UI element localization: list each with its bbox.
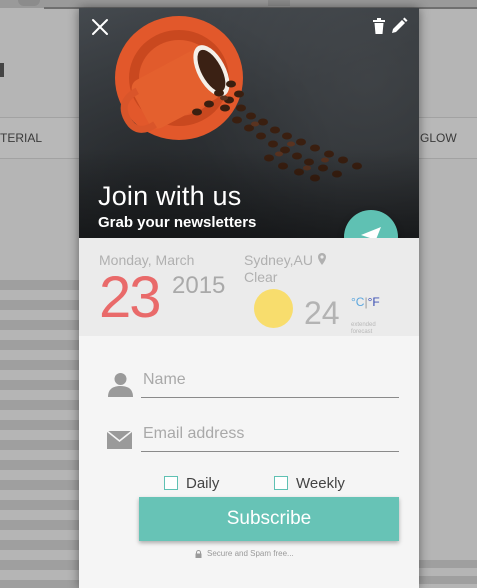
mail-icon bbox=[107, 431, 132, 449]
subscribe-form: Daily Weekly Subscribe Secure and Spam f… bbox=[79, 336, 419, 588]
secure-note: Secure and Spam free... bbox=[207, 549, 294, 558]
name-input[interactable] bbox=[141, 362, 399, 398]
background-icon bbox=[268, 0, 290, 6]
background-stripes bbox=[0, 280, 80, 588]
background-avatar bbox=[18, 0, 40, 6]
weekly-checkbox[interactable]: Weekly bbox=[274, 475, 354, 492]
fahrenheit-toggle[interactable]: °F bbox=[368, 295, 380, 309]
hero-banner: Join with us Grab your newsletters bbox=[79, 8, 419, 238]
close-icon[interactable] bbox=[91, 18, 109, 36]
weekly-checkbox-box[interactable] bbox=[274, 476, 288, 490]
newsletter-popup: Join with us Grab your newsletters Monda… bbox=[79, 8, 419, 588]
day-number: 23 bbox=[99, 265, 161, 330]
extended-forecast-link[interactable]: extended forecast bbox=[351, 322, 391, 336]
pencil-icon[interactable] bbox=[391, 17, 408, 34]
hero-subtitle: Grab your newsletters bbox=[98, 214, 257, 231]
daily-checkbox[interactable]: Daily bbox=[164, 475, 224, 492]
location-label: Sydney,AU bbox=[244, 252, 313, 268]
background-menu-item-right[interactable]: GLOW bbox=[420, 131, 457, 145]
email-input[interactable] bbox=[141, 416, 399, 452]
lock-icon bbox=[195, 550, 202, 558]
year: 2015 bbox=[172, 272, 226, 299]
subscribe-button[interactable]: Subscribe bbox=[139, 497, 399, 541]
location-pin-icon bbox=[318, 253, 326, 265]
user-icon bbox=[108, 373, 133, 397]
daily-label[interactable]: Daily bbox=[186, 475, 219, 492]
hero-title: Join with us bbox=[98, 181, 242, 211]
weekly-label[interactable]: Weekly bbox=[296, 475, 345, 492]
trash-icon[interactable] bbox=[373, 18, 385, 34]
background-glyph bbox=[0, 63, 4, 77]
background-menu-item-left[interactable]: TERIAL bbox=[0, 131, 42, 145]
daily-checkbox-box[interactable] bbox=[164, 476, 178, 490]
celsius-toggle[interactable]: °C bbox=[351, 295, 364, 309]
unit-toggle: °C|°F bbox=[351, 295, 380, 309]
background-stripes-right bbox=[419, 560, 477, 588]
sun-icon bbox=[254, 289, 293, 328]
temperature: 24 bbox=[304, 295, 340, 331]
weather-condition: Clear bbox=[244, 269, 278, 285]
date-weather-panel: Monday, March 23 2015 Sydney,AU Clear 24… bbox=[79, 238, 419, 336]
